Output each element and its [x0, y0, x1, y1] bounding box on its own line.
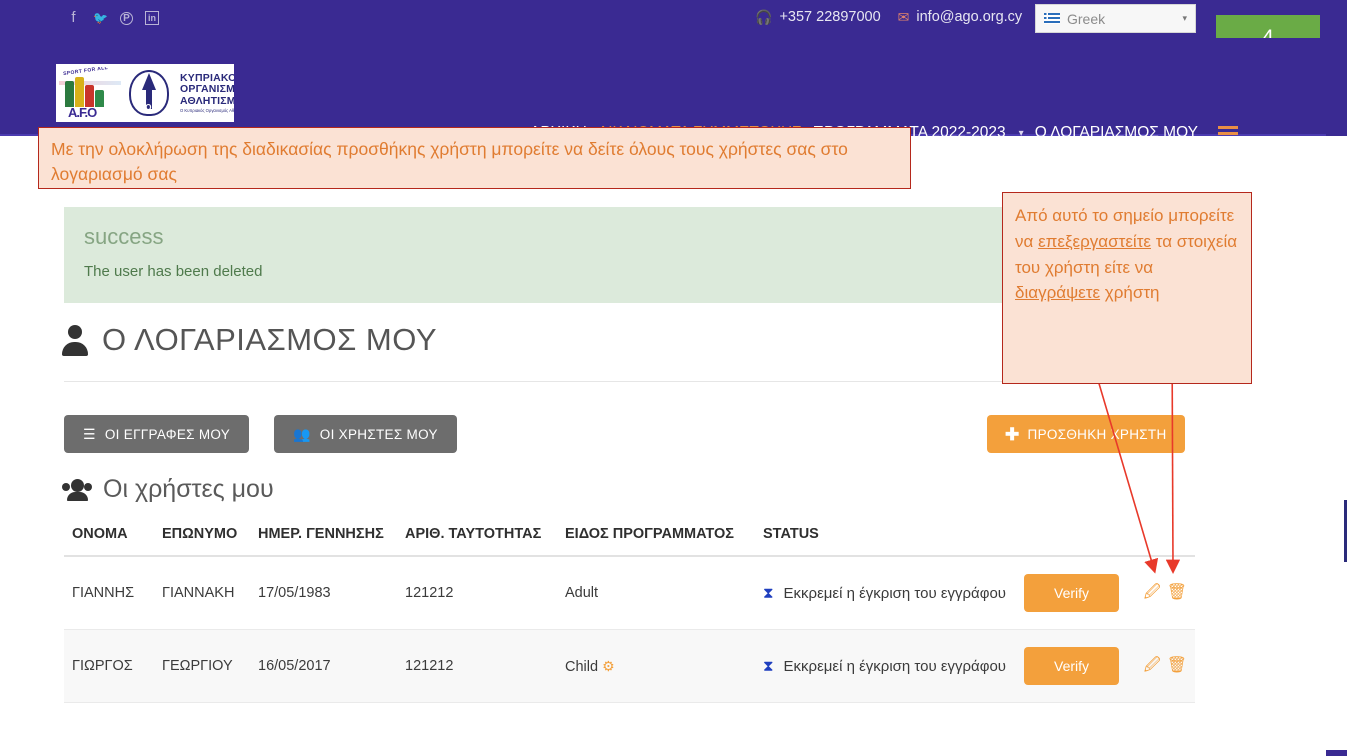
- cell-program: Child ⚙: [557, 629, 755, 703]
- site-header: SPORT FOR ALL A.F.O ΚΟΑ ΚΥΠΡΙΑΚΟΣ ΟΡΓΑΝΙ…: [0, 38, 1347, 141]
- cell-status-text: Εκκρεμεί η έγκριση του εγγράφου: [783, 657, 1007, 675]
- language-selector[interactable]: Greek ▾: [1035, 4, 1196, 33]
- cell-actions: 🖉 🗑: [1131, 556, 1195, 630]
- cell-dob: 16/05/2017: [250, 629, 397, 703]
- hourglass-icon: ⧗: [763, 584, 774, 602]
- logo-text-block: ΚΥΠΡΙΑΚΟΣ ΟΡΓΑΝΙΣΜΟΣ ΑΘΛΗΤΙΣΜΟΥ Ο Κυπρια…: [180, 72, 234, 114]
- column-header-id: ΑΡΙΘ. ΤΑΥΤΟΤΗΤΑΣ: [397, 518, 557, 557]
- users-table: ΟΝΟΜΑ ΕΠΩΝΥΜΟ ΗΜΕΡ. ΓΕΝΝΗΣΗΣ ΑΡΙΘ. ΤΑΥΤΟ…: [64, 518, 1195, 703]
- social-links: f 🐦 P in: [66, 8, 159, 28]
- email-block[interactable]: ✉ info@ago.org.cy: [898, 9, 1023, 25]
- page-title-text: Ο ΛΟΓΑΡΙΑΣΜΟΣ ΜΟΥ: [102, 322, 438, 357]
- edit-icon[interactable]: 🖉: [1144, 585, 1161, 601]
- afo-emblem-icon: SPORT FOR ALL A.F.O: [59, 67, 121, 120]
- settings-gear-icon[interactable]: ⚙: [602, 658, 615, 674]
- tab-my-users-label: ΟΙ ΧΡΗΣΤΕΣ ΜΟΥ: [319, 426, 438, 442]
- linkedin-icon[interactable]: in: [145, 11, 159, 25]
- users-group-icon: [62, 478, 92, 501]
- tab-my-registrations-label: ΟΙ ΕΓΓΡΑΦΕΣ ΜΟΥ: [104, 426, 231, 442]
- cell-dob: 17/05/1983: [250, 556, 397, 630]
- cell-status: ⧗ Εκκρεμεί η έγκριση του εγγράφου Verify: [755, 629, 1131, 703]
- add-user-button[interactable]: ✚ ΠΡΟΣΘΗΚΗ ΧΡΗΣΤΗ: [987, 415, 1185, 453]
- user-icon: [62, 324, 89, 356]
- pinterest-icon[interactable]: P: [120, 11, 133, 25]
- afo-wordmark: A.F.O: [68, 104, 97, 120]
- header-right-filler: [1326, 0, 1347, 136]
- cell-surname: ΓΙΑΝΝΑΚΗ: [154, 556, 250, 630]
- cell-id: 121212: [397, 556, 557, 630]
- verify-button[interactable]: Verify: [1024, 574, 1120, 612]
- cell-name: ΓΙΩΡΓΟΣ: [64, 629, 154, 703]
- users-section-heading-text: Οι χρήστες μου: [103, 475, 274, 503]
- hourglass-icon: ⧗: [763, 657, 774, 675]
- cell-status-text: Εκκρεμεί η έγκριση του εγγράφου: [783, 584, 1007, 602]
- twitter-icon[interactable]: 🐦: [93, 8, 108, 28]
- cell-program: Adult: [557, 556, 755, 630]
- email-address: info@ago.org.cy: [916, 9, 1023, 25]
- table-row: ΓΙΑΝΝΗΣ ΓΙΑΝΝΑΚΗ 17/05/1983 121212 Adult…: [64, 556, 1195, 630]
- koa-torch-icon: ΚΟΑ: [123, 67, 175, 119]
- chevron-down-icon: ▾: [1182, 13, 1187, 23]
- page-bottom-filler: [1326, 750, 1347, 756]
- users-icon: 👥: [293, 426, 311, 442]
- add-user-label: ΠΡΟΣΘΗΚΗ ΧΡΗΣΤΗ: [1027, 426, 1167, 442]
- delete-icon[interactable]: 🗑: [1167, 658, 1187, 674]
- column-header-name: ΟΝΟΜΑ: [64, 518, 154, 557]
- phone-number: +357 22897000: [779, 9, 881, 25]
- language-selected-value: Greek: [1067, 10, 1106, 27]
- cell-id: 121212: [397, 629, 557, 703]
- column-header-surname: ΕΠΩΝΥΜΟ: [154, 518, 250, 557]
- site-logo[interactable]: SPORT FOR ALL A.F.O ΚΟΑ ΚΥΠΡΙΑΚΟΣ ΟΡΓΑΝΙ…: [56, 64, 234, 122]
- table-row: ΓΙΩΡΓΟΣ ΓΕΩΡΓΙΟΥ 16/05/2017 121212 Child…: [64, 629, 1195, 703]
- cell-surname: ΓΕΩΡΓΙΟΥ: [154, 629, 250, 703]
- annotation-link-edit: επεξεργαστείτε: [1038, 231, 1151, 251]
- column-header-status: STATUS: [755, 518, 1195, 557]
- page-title: Ο ΛΟΓΑΡΙΑΣΜΟΣ ΜΟΥ: [62, 322, 437, 358]
- tab-my-registrations[interactable]: ☰ ΟΙ ΕΓΓΡΑΦΕΣ ΜΟΥ: [64, 415, 250, 453]
- annotation-box-users-list: Με την ολοκλήρωση της διαδικασίας προσθή…: [38, 127, 911, 189]
- contact-info: 🎧 +357 22897000 ✉ info@ago.org.cy: [755, 9, 1022, 25]
- plus-icon: ✚: [1005, 424, 1020, 444]
- greek-flag-icon: [1044, 13, 1060, 24]
- annotation-text-1: Με την ολοκλήρωση της διαδικασίας προσθή…: [51, 139, 848, 185]
- logo-line-4: Ο Κυπριακός Οργανισμός Αθλητισμού: [180, 107, 234, 113]
- table-header-row: ΟΝΟΜΑ ΕΠΩΝΥΜΟ ΗΜΕΡ. ΓΕΝΝΗΣΗΣ ΑΡΙΘ. ΤΑΥΤΟ…: [64, 518, 1195, 557]
- users-section-heading: Οι χρήστες μου: [62, 475, 274, 504]
- cell-status: ⧗ Εκκρεμεί η έγκριση του εγγράφου Verify: [755, 556, 1131, 630]
- account-tab-buttons: ☰ ΟΙ ΕΓΓΡΑΦΕΣ ΜΟΥ 👥 ΟΙ ΧΡΗΣΤΕΣ ΜΟΥ: [64, 415, 457, 453]
- edit-icon[interactable]: 🖉: [1144, 658, 1161, 674]
- annotation-box-row-actions: Από αυτό το σημείο μπορείτε να επεξεργασ…: [1002, 192, 1252, 384]
- tab-my-users[interactable]: 👥 ΟΙ ΧΡΗΣΤΕΣ ΜΟΥ: [274, 415, 457, 453]
- column-header-dob: ΗΜΕΡ. ΓΕΝΝΗΣΗΣ: [250, 518, 397, 557]
- cell-program-label: Child: [565, 658, 599, 675]
- verify-button[interactable]: Verify: [1024, 647, 1120, 685]
- cell-program-label: Adult: [565, 585, 599, 601]
- koa-wordmark: ΚΟΑ: [138, 103, 160, 112]
- list-icon: ☰: [83, 426, 96, 442]
- cell-actions: 🖉 🗑: [1131, 629, 1195, 703]
- cell-name: ΓΙΑΝΝΗΣ: [64, 556, 154, 630]
- logo-line-3: ΑΘΛΗΤΙΣΜΟΥ: [180, 95, 234, 108]
- top-utility-bar: f 🐦 P in 🎧 +357 22897000 ✉ info@ago.org.…: [0, 0, 1347, 61]
- afo-tagline: SPORT FOR ALL: [62, 66, 109, 77]
- headset-icon: 🎧: [755, 9, 773, 25]
- delete-icon[interactable]: 🗑: [1167, 585, 1187, 601]
- annotation-link-delete: διαγράψετε: [1015, 283, 1101, 303]
- envelope-icon: ✉: [897, 9, 910, 25]
- column-header-program: ΕΙΔΟΣ ΠΡΟΓΡΑΜΜΑΤΟΣ: [557, 518, 755, 557]
- phone-block[interactable]: 🎧 +357 22897000: [755, 9, 881, 25]
- facebook-icon[interactable]: f: [66, 8, 81, 28]
- annotation-text-2c: χρήστη: [1100, 283, 1160, 303]
